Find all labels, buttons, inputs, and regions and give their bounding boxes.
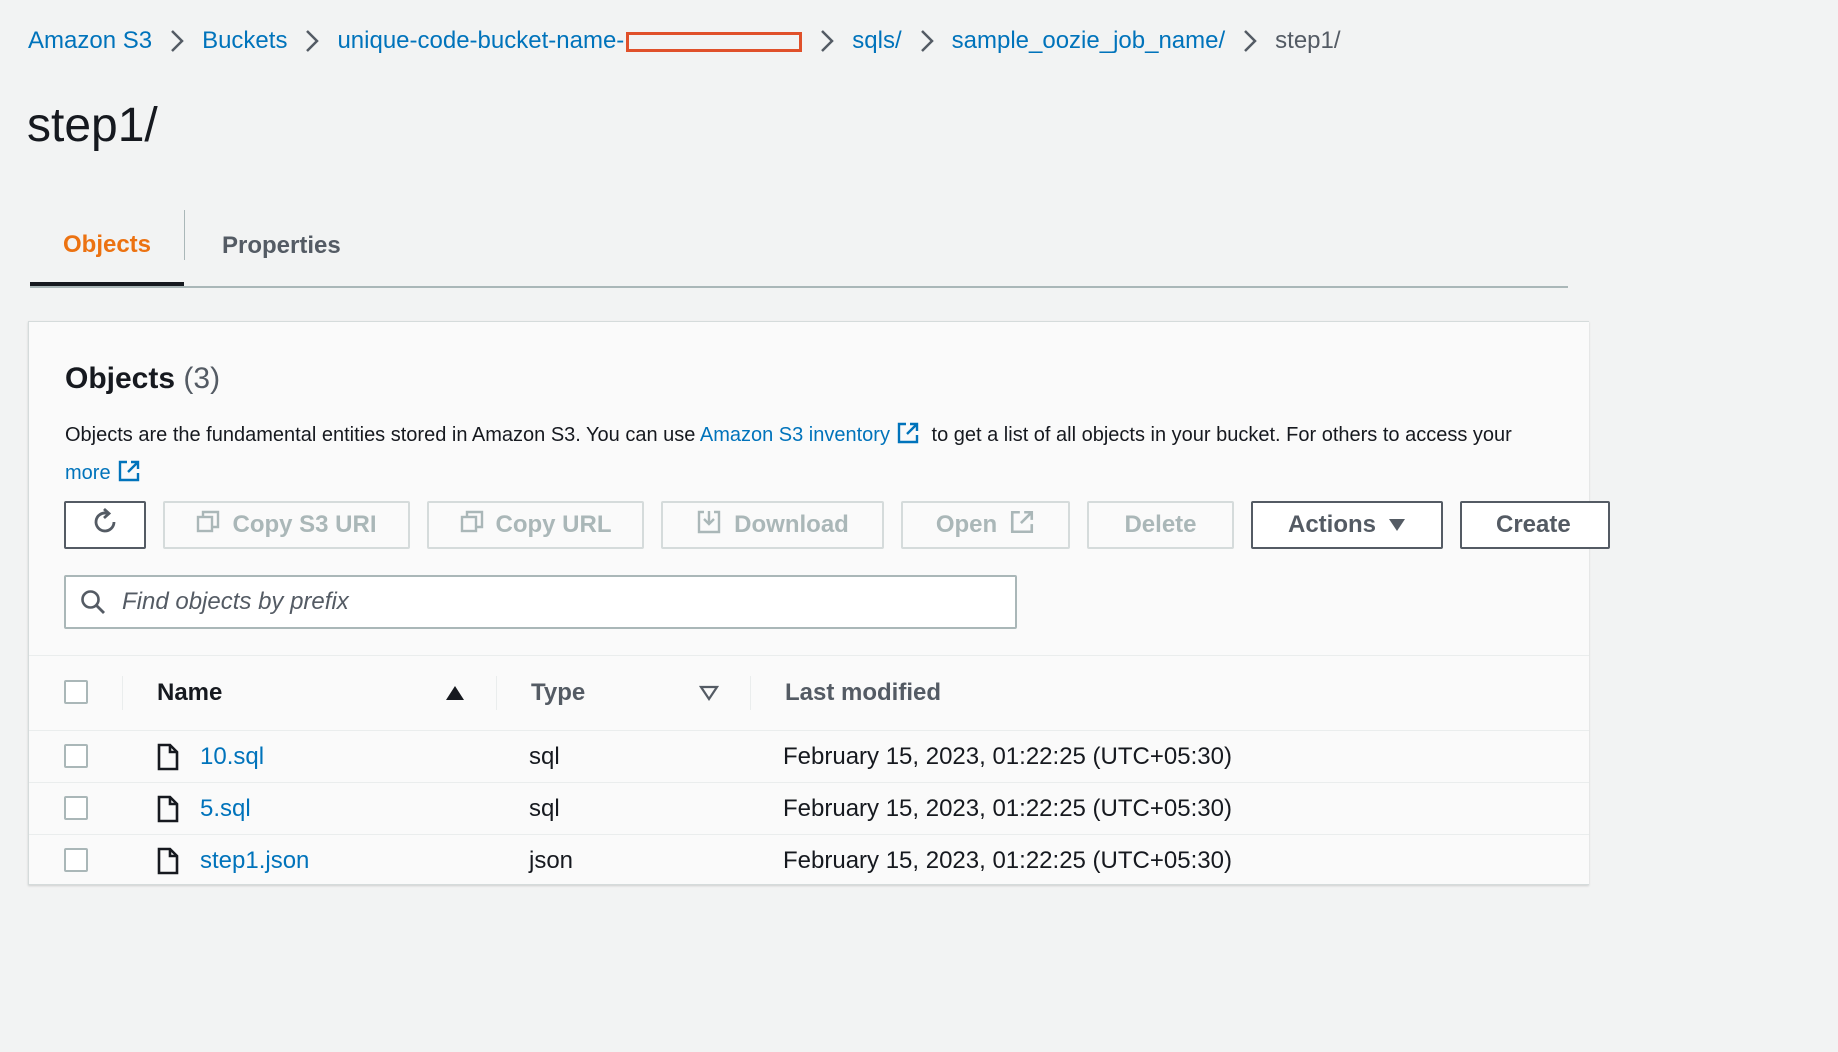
object-name-link[interactable]: 5.sql bbox=[200, 783, 251, 834]
table-row: step1.json json February 15, 2023, 01:22… bbox=[29, 835, 1589, 886]
description-text-end: to get a list of all objects in your buc… bbox=[925, 424, 1512, 446]
chevron-right-icon bbox=[820, 29, 835, 53]
description-text-start: Objects are the fundamental entities sto… bbox=[65, 424, 700, 446]
objects-description: Objects are the fundamental entities sto… bbox=[65, 418, 1565, 494]
copy-s3-uri-button[interactable]: Copy S3 URI bbox=[163, 501, 410, 549]
table-row: 5.sql sql February 15, 2023, 01:22:25 (U… bbox=[29, 783, 1589, 835]
tab-bar: Objects Properties bbox=[30, 208, 1568, 288]
chevron-right-icon bbox=[170, 29, 184, 53]
row-checkbox[interactable] bbox=[64, 848, 88, 872]
search-box bbox=[64, 575, 1017, 629]
tab-properties[interactable]: Properties bbox=[222, 208, 341, 284]
actions-dropdown-button[interactable]: Actions bbox=[1251, 501, 1443, 549]
sort-descending-icon[interactable] bbox=[698, 685, 720, 706]
sort-ascending-icon[interactable] bbox=[445, 685, 465, 706]
chevron-right-icon bbox=[1243, 29, 1257, 53]
breadcrumb-bucket[interactable]: unique-code-bucket-name- bbox=[337, 27, 803, 55]
file-icon bbox=[157, 835, 179, 886]
open-button[interactable]: Open bbox=[901, 501, 1070, 549]
object-last-modified: February 15, 2023, 01:22:25 (UTC+05:30) bbox=[783, 794, 1232, 822]
file-icon bbox=[157, 731, 179, 782]
objects-heading: Objects (3) bbox=[65, 362, 220, 396]
object-type: sql bbox=[529, 742, 560, 770]
row-checkbox[interactable] bbox=[64, 796, 88, 820]
breadcrumb-amazon-s3[interactable]: Amazon S3 bbox=[28, 27, 152, 55]
create-folder-button[interactable]: Create bbox=[1460, 501, 1610, 549]
tab-objects[interactable]: Objects bbox=[30, 208, 184, 286]
download-icon bbox=[696, 509, 722, 542]
search-icon bbox=[80, 589, 106, 615]
object-type: sql bbox=[529, 794, 560, 822]
column-separator bbox=[496, 676, 497, 710]
learn-more-link[interactable]: more bbox=[65, 462, 111, 484]
search-input[interactable] bbox=[120, 587, 984, 617]
external-link-icon[interactable] bbox=[896, 421, 920, 456]
object-name-link[interactable]: 10.sql bbox=[200, 731, 264, 782]
column-separator bbox=[122, 676, 123, 710]
select-all-checkbox[interactable] bbox=[64, 680, 88, 704]
objects-heading-label: Objects bbox=[65, 362, 176, 395]
column-header-type[interactable]: Type bbox=[531, 656, 585, 730]
objects-count: (3) bbox=[183, 362, 221, 395]
s3-inventory-link[interactable]: Amazon S3 inventory bbox=[700, 424, 890, 446]
file-icon bbox=[157, 783, 179, 834]
chevron-right-icon bbox=[305, 29, 320, 53]
download-button[interactable]: Download bbox=[661, 501, 884, 549]
object-name-link[interactable]: step1.json bbox=[200, 835, 309, 886]
open-label: Open bbox=[935, 511, 998, 538]
refresh-button[interactable] bbox=[64, 501, 146, 549]
copy-icon bbox=[460, 510, 484, 541]
copy-icon bbox=[196, 510, 220, 541]
tab-divider bbox=[184, 210, 185, 260]
column-header-last-modified[interactable]: Last modified bbox=[785, 656, 941, 730]
object-last-modified: February 15, 2023, 01:22:25 (UTC+05:30) bbox=[783, 742, 1232, 770]
page-title: step1/ bbox=[27, 99, 158, 152]
objects-panel: Objects (3) Objects are the fundamental … bbox=[28, 321, 1610, 886]
external-link-icon[interactable] bbox=[117, 459, 141, 494]
download-label: Download bbox=[734, 511, 849, 538]
delete-button[interactable]: Delete bbox=[1087, 501, 1234, 549]
column-header-name[interactable]: Name bbox=[157, 656, 222, 730]
breadcrumb-bucket-label: unique-code-bucket-name- bbox=[337, 27, 625, 54]
table-header: Name Type Last modified bbox=[29, 655, 1589, 731]
object-type: json bbox=[529, 846, 574, 874]
actions-label: Actions bbox=[1287, 511, 1376, 538]
breadcrumb-buckets[interactable]: Buckets bbox=[202, 27, 287, 55]
row-checkbox[interactable] bbox=[64, 744, 88, 768]
object-last-modified: February 15, 2023, 01:22:25 (UTC+05:30) bbox=[783, 846, 1232, 874]
table-row: 10.sql sql February 15, 2023, 01:22:25 (… bbox=[29, 731, 1589, 783]
objects-table: Name Type Last modified 10.sql sql Febru… bbox=[29, 655, 1589, 886]
copy-s3-uri-label: Copy S3 URI bbox=[232, 511, 377, 538]
external-link-icon bbox=[1009, 509, 1035, 542]
redaction-box bbox=[626, 31, 803, 52]
chevron-right-icon bbox=[920, 29, 934, 53]
breadcrumb-sqls[interactable]: sqls/ bbox=[852, 27, 901, 55]
breadcrumb-job[interactable]: sample_oozie_job_name/ bbox=[952, 27, 1226, 55]
copy-url-label: Copy URL bbox=[495, 511, 612, 538]
caret-down-icon bbox=[1388, 511, 1406, 539]
breadcrumb-current: step1/ bbox=[1275, 27, 1341, 54]
copy-url-button[interactable]: Copy URL bbox=[427, 501, 644, 549]
refresh-icon bbox=[90, 507, 120, 544]
breadcrumb: Amazon S3 Buckets unique-code-bucket-nam… bbox=[28, 24, 1341, 58]
column-separator bbox=[750, 676, 751, 710]
